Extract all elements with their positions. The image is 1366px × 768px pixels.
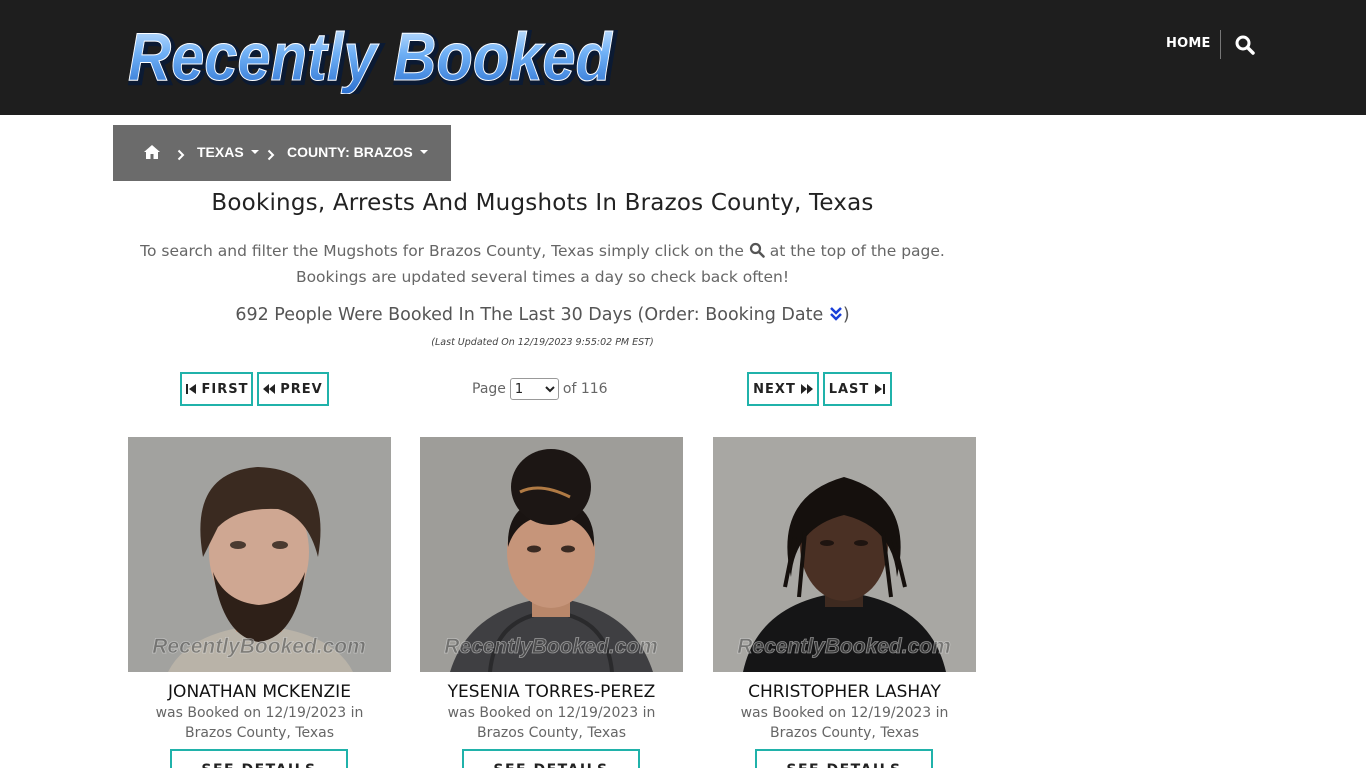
sort-order-icon[interactable]: [829, 306, 843, 322]
last-label: LAST: [828, 381, 870, 397]
rewind-icon: [263, 384, 276, 394]
mugshot-photo[interactable]: RecentlyBooked.com: [420, 437, 683, 672]
next-label: NEXT: [753, 381, 796, 397]
page-select[interactable]: 1: [509, 378, 559, 400]
intro-text-before: To search and filter the Mugshots for Br…: [140, 242, 744, 260]
page-selector: Page 1 of 116: [472, 378, 608, 400]
prev-label: PREV: [280, 381, 323, 397]
breadcrumb-county-label: COUNTY: BRAZOS: [287, 144, 413, 160]
fast-forward-icon: [800, 384, 813, 394]
caret-down-icon: [419, 150, 428, 155]
booking-date-text: was Booked on 12/19/2023 in: [740, 705, 949, 721]
svg-text:Recently Booked: Recently Booked: [128, 19, 613, 94]
photo-watermark: RecentlyBooked.com: [152, 635, 366, 658]
person-name[interactable]: JONATHAN MCKENZIE: [108, 682, 411, 702]
see-details-button[interactable]: SEE DETAILS: [755, 749, 933, 768]
mugshot-photo[interactable]: RecentlyBooked.com: [713, 437, 976, 672]
search-icon[interactable]: [1234, 34, 1256, 56]
intro-text: To search and filter the Mugshots for Br…: [113, 238, 972, 290]
chevron-right-icon: [177, 146, 185, 161]
booking-description: was Booked on 12/19/2023 in Brazos Count…: [400, 703, 703, 743]
booking-location-text: Brazos County, Texas: [769, 725, 920, 741]
first-label: FIRST: [201, 381, 249, 397]
booking-location-text: Brazos County, Texas: [476, 725, 627, 741]
last-updated: (Last Updated On 12/19/2023 9:55:02 PM E…: [431, 337, 654, 348]
page-of-label: of 116: [562, 381, 608, 397]
breadcrumb: TEXAS COUNTY: BRAZOS: [113, 125, 451, 181]
home-icon[interactable]: [143, 143, 161, 161]
photo-watermark: RecentlyBooked.com: [444, 635, 658, 658]
page-title: Bookings, Arrests And Mugshots In Brazos…: [211, 190, 874, 216]
site-logo[interactable]: Recently Booked Recently Booked: [124, 18, 620, 100]
booking-count-text: 692 People Were Booked In The Last 30 Da…: [235, 305, 824, 325]
person-name[interactable]: CHRISTOPHER LASHAY: [693, 682, 996, 702]
page-label: Page: [472, 381, 506, 397]
booking-date-text: was Booked on 12/19/2023 in: [447, 705, 656, 721]
chevron-right-icon: [267, 146, 275, 161]
skip-last-icon: [875, 384, 886, 394]
booking-location-text: Brazos County, Texas: [184, 725, 335, 741]
breadcrumb-county-dropdown[interactable]: COUNTY: BRAZOS: [287, 144, 428, 160]
breadcrumb-state-label: TEXAS: [197, 144, 244, 160]
nav-divider: [1220, 30, 1221, 59]
search-icon: [749, 240, 765, 258]
booking-count: 692 People Were Booked In The Last 30 Da…: [113, 305, 972, 325]
photo-watermark: RecentlyBooked.com: [737, 635, 951, 658]
mugshot-photo[interactable]: RecentlyBooked.com: [128, 437, 391, 672]
see-details-button[interactable]: SEE DETAILS: [170, 749, 348, 768]
site-header: Recently Booked Recently Booked HOME: [0, 0, 1366, 115]
next-page-button[interactable]: NEXT: [747, 372, 819, 406]
breadcrumb-state-dropdown[interactable]: TEXAS: [197, 144, 259, 160]
booking-count-close: ): [842, 305, 850, 325]
see-details-button[interactable]: SEE DETAILS: [462, 749, 640, 768]
logo-graphic: Recently Booked Recently Booked: [127, 18, 618, 100]
skip-first-icon: [185, 384, 196, 394]
nav-home-link[interactable]: HOME: [1166, 36, 1211, 51]
caret-down-icon: [250, 150, 259, 155]
prev-page-button[interactable]: PREV: [257, 372, 329, 406]
last-page-button[interactable]: LAST: [823, 372, 892, 406]
first-page-button[interactable]: FIRST: [180, 372, 253, 406]
person-name[interactable]: YESENIA TORRES-PEREZ: [400, 682, 703, 702]
booking-date-text: was Booked on 12/19/2023 in: [155, 705, 364, 721]
booking-description: was Booked on 12/19/2023 in Brazos Count…: [108, 703, 411, 743]
booking-description: was Booked on 12/19/2023 in Brazos Count…: [693, 703, 996, 743]
